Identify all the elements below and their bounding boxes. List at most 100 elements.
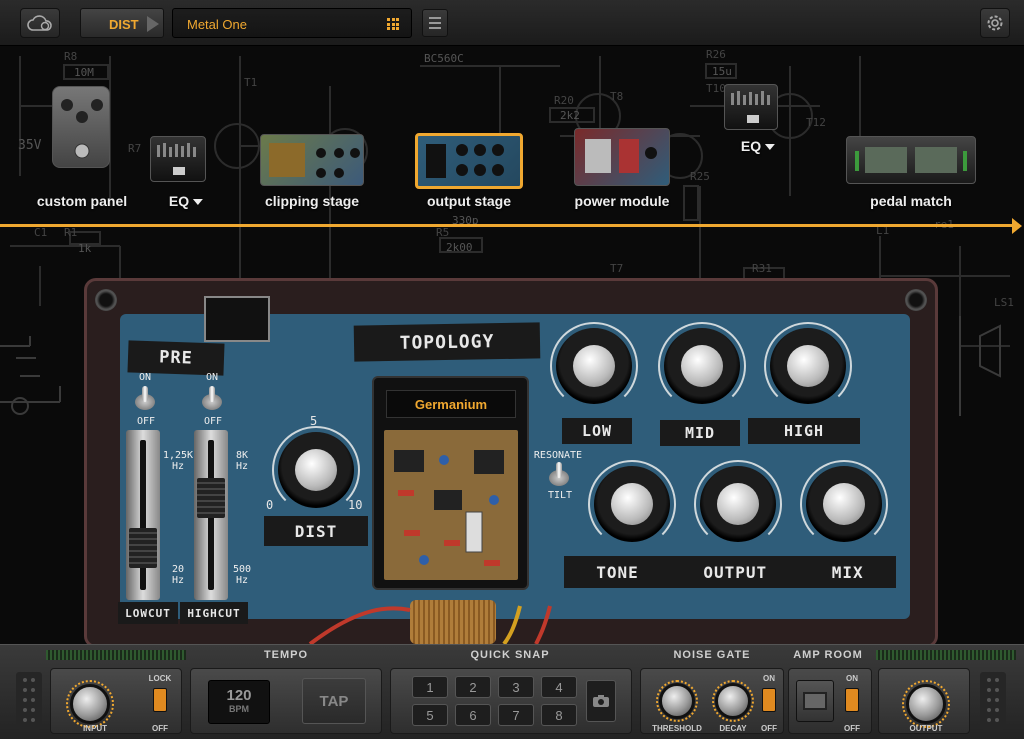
eq-dropdown[interactable]: EQ — [169, 193, 204, 209]
topology-selector[interactable]: Germanium — [372, 376, 529, 590]
schem-label: R25 — [690, 170, 710, 183]
preset-grid-icon[interactable] — [387, 18, 399, 30]
knob-scale-mid: 5 — [310, 414, 318, 428]
snap-slot-7[interactable]: 7 — [498, 704, 534, 726]
snap-slot-2[interactable]: 2 — [455, 676, 491, 698]
power-module-thumbnail — [574, 128, 670, 186]
camera-icon — [593, 695, 609, 707]
schem-label: R7 — [128, 142, 142, 155]
schem-label: T7 — [610, 262, 624, 275]
preset-selector[interactable]: Metal One — [172, 8, 412, 38]
dropdown-caret-icon — [765, 144, 776, 151]
tilt-label: TILT — [547, 490, 573, 501]
high-label: HIGH — [748, 418, 860, 444]
schem-label: T8 — [610, 90, 624, 103]
highcut-slider-handle[interactable] — [197, 478, 225, 518]
stompbox-knobs-icon — [61, 99, 103, 159]
topology-value: Germanium — [386, 390, 516, 418]
output-volume-knob[interactable] — [906, 684, 946, 724]
tab-arrow-icon — [147, 16, 159, 32]
decay-knob[interactable] — [715, 683, 751, 719]
schem-label: T12 — [806, 116, 826, 129]
gate-off-label: OFF — [761, 724, 777, 733]
schem-label: 2k00 — [446, 241, 473, 254]
low-knob[interactable] — [549, 321, 639, 411]
hamburger-icon — [429, 17, 441, 19]
switch-on-label: ON — [205, 372, 219, 383]
top-toolbar: DIST Metal One — [0, 0, 1024, 46]
lock-toggle[interactable] — [153, 688, 167, 712]
mix-knob[interactable] — [799, 459, 889, 549]
highcut-slider[interactable] — [194, 430, 228, 600]
snapshot-camera-button[interactable] — [586, 680, 616, 722]
amp-room-button[interactable] — [796, 680, 834, 722]
tap-tempo-button[interactable]: TAP — [302, 678, 366, 724]
module-label: power module — [574, 193, 670, 209]
input-knob[interactable] — [70, 684, 110, 724]
mid-knob[interactable] — [657, 321, 747, 411]
schem-label: R26 — [706, 48, 726, 61]
schem-label: R31 — [752, 262, 772, 275]
snap-slot-5[interactable]: 5 — [412, 704, 448, 726]
high-knob[interactable] — [763, 321, 853, 411]
noise-gate-section-label: NOISE GATE — [673, 649, 751, 661]
amp-on-label: ON — [846, 674, 858, 683]
mid-label: MID — [660, 420, 740, 446]
output-level-meter — [876, 650, 1016, 660]
cloud-button[interactable] — [20, 8, 60, 38]
chain-end-arrow-icon — [1012, 218, 1022, 234]
schem-label: LS1 — [994, 296, 1014, 309]
schem-label: T10 — [706, 82, 726, 95]
bpm-unit: BPM — [229, 704, 249, 714]
resonate-label: RESONATE — [533, 450, 583, 461]
tone-label: TONE — [596, 562, 639, 582]
schem-label: R1 — [64, 226, 78, 239]
settings-button[interactable] — [980, 8, 1010, 38]
output-knob[interactable] — [693, 459, 783, 549]
dist-knob[interactable] — [271, 425, 361, 515]
amp-room-toggle[interactable] — [845, 688, 859, 712]
bpm-display[interactable]: 120 BPM — [208, 680, 270, 724]
dist-label: DIST — [264, 516, 368, 546]
noise-gate-toggle[interactable] — [762, 688, 776, 712]
output-label: OUTPUT — [703, 562, 768, 582]
screw-icon — [95, 289, 117, 311]
module-label: custom panel — [36, 193, 128, 209]
snap-slot-3[interactable]: 3 — [498, 676, 534, 698]
eq-dropdown[interactable]: EQ — [741, 138, 776, 154]
lowcut-label: LOWCUT — [118, 602, 178, 624]
snap-slot-8[interactable]: 8 — [541, 704, 577, 726]
highcut-bottom-value: 500 Hz — [232, 564, 252, 586]
snap-slot-1[interactable]: 1 — [412, 676, 448, 698]
schem-label: BC560C — [424, 52, 464, 65]
lowcut-switch[interactable] — [135, 386, 155, 414]
threshold-knob[interactable] — [659, 683, 695, 719]
model-tab-dist[interactable]: DIST — [80, 8, 164, 38]
right-grip — [980, 672, 1006, 730]
amp-room-section-label: AMP ROOM — [793, 649, 863, 661]
resonate-tilt-switch[interactable] — [549, 462, 569, 490]
model-tab-label: DIST — [109, 17, 139, 32]
left-grip — [16, 672, 42, 730]
switch-off-label: OFF — [203, 416, 223, 427]
menu-button[interactable] — [422, 9, 448, 37]
lowcut-slider[interactable] — [126, 430, 160, 600]
knob-scale-max: 10 — [348, 498, 363, 512]
topology-label: TOPOLOGY — [353, 322, 541, 362]
snap-slot-4[interactable]: 4 — [541, 676, 577, 698]
topology-circuit-image — [384, 430, 518, 580]
wires — [308, 605, 552, 646]
lowcut-slider-handle[interactable] — [129, 528, 157, 568]
schem-label: R20 — [554, 94, 574, 107]
module-label: pedal match — [870, 193, 952, 209]
threshold-label: THRESHOLD — [652, 724, 702, 733]
highcut-switch[interactable] — [202, 386, 222, 414]
gear-icon — [987, 15, 1003, 31]
highcut-label: HIGHCUT — [180, 602, 248, 624]
snap-slot-6[interactable]: 6 — [455, 704, 491, 726]
cloud-icon — [27, 15, 52, 31]
lowcut-bottom-value: 20 Hz — [171, 564, 185, 586]
knob-scale-min: 0 — [266, 498, 274, 512]
tone-knob[interactable] — [587, 459, 677, 549]
mix-label: MIX — [831, 562, 864, 582]
